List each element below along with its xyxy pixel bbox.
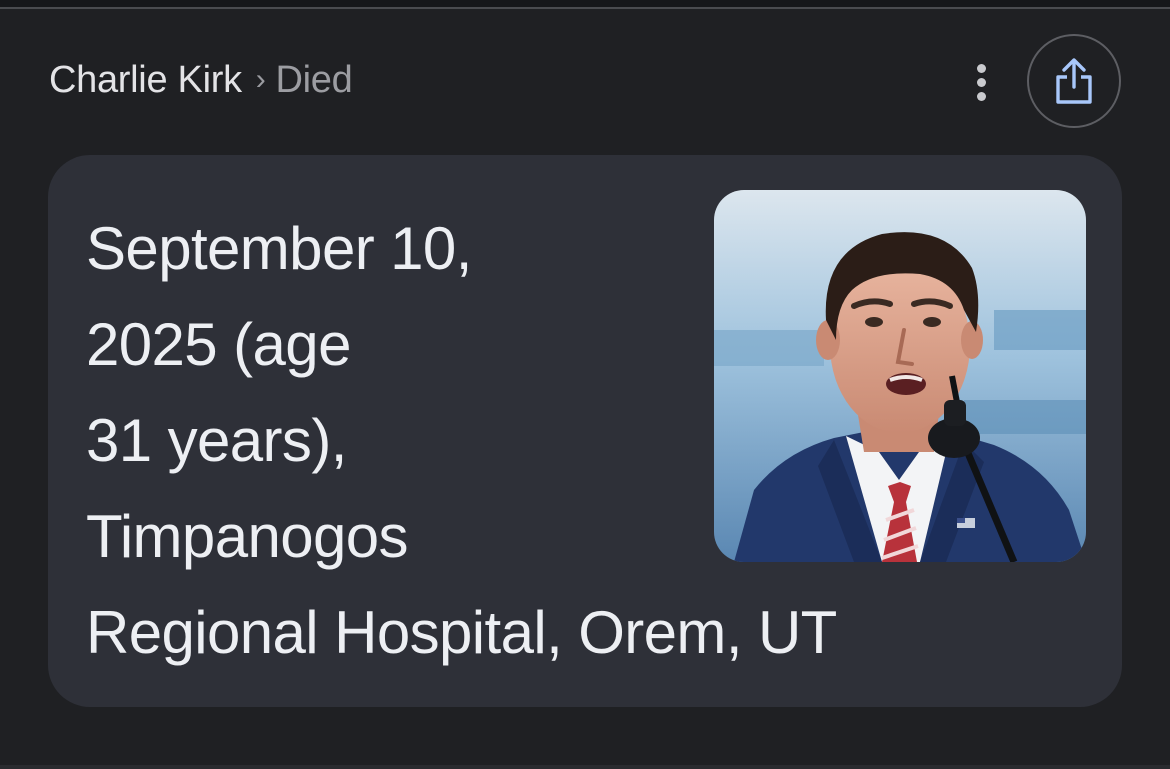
more-options-button[interactable] — [958, 58, 1004, 106]
answer-card: September 10, 2025 (age 31 years), Timpa… — [48, 155, 1122, 707]
person-photo[interactable] — [714, 190, 1086, 562]
breadcrumb-attribute: Died — [275, 58, 353, 101]
answer-line-location: Regional Hospital, Orem, UT — [86, 599, 837, 666]
share-button[interactable] — [1027, 34, 1121, 128]
breadcrumb-entity-link[interactable]: Charlie Kirk — [49, 59, 242, 102]
more-vert-icon-dot — [976, 91, 986, 101]
bottom-divider — [0, 765, 1170, 769]
page: Charlie Kirk › Died September 10, 2025 (… — [0, 0, 1170, 769]
breadcrumb: Charlie Kirk › Died — [49, 56, 353, 104]
share-icon — [1056, 58, 1092, 104]
breadcrumb-separator: › — [255, 63, 266, 96]
person-photo-illustration — [714, 190, 1086, 562]
more-vert-icon — [976, 63, 986, 73]
top-divider — [0, 0, 1170, 9]
more-vert-icon-dot — [976, 77, 986, 87]
